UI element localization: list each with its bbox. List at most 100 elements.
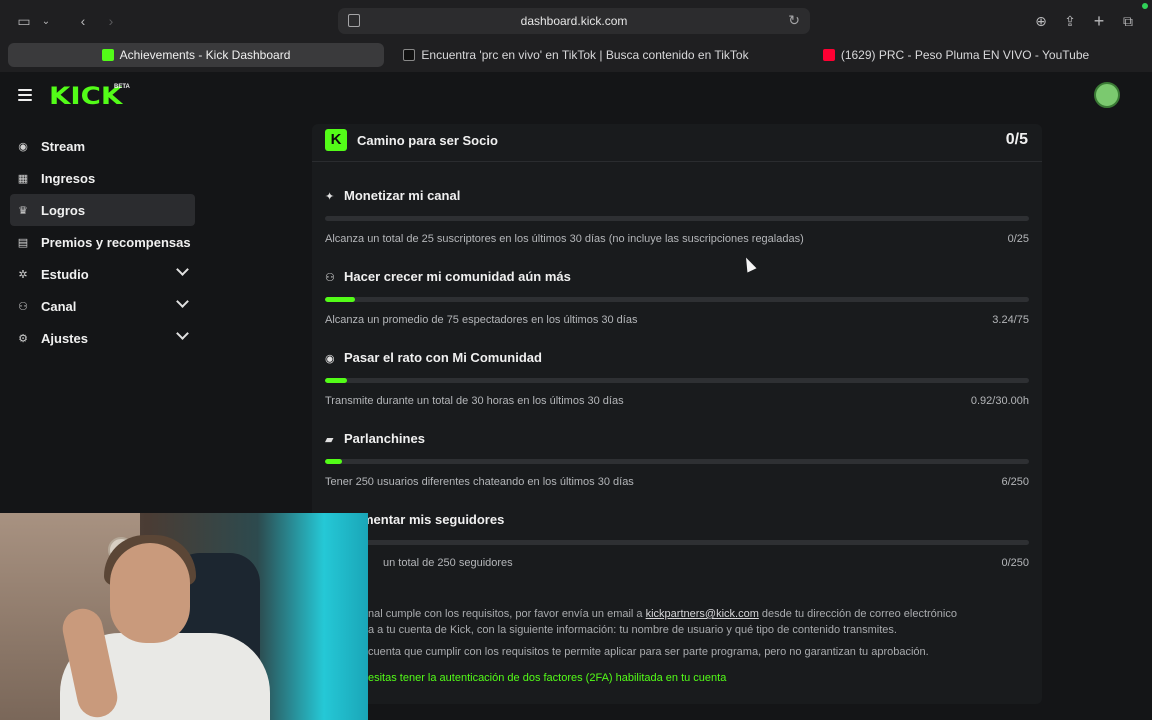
goal-title: Monetizar mi canal (344, 188, 461, 203)
users-icon: ⚇ (325, 272, 335, 284)
partner-email-link[interactable]: kickpartners@kick.com (646, 608, 759, 620)
chevron-down-icon[interactable]: ⌄ (38, 10, 54, 32)
progress-track (325, 540, 1029, 545)
chevron-down-icon[interactable] (176, 327, 189, 340)
progress-fill (325, 297, 356, 302)
sidebar-item-logros[interactable]: ♛ Logros (10, 194, 195, 226)
top-bar: KICK BETA (0, 72, 1152, 120)
tab-tiktok[interactable]: Encuentra 'prc en vivo' en TikTok | Busc… (388, 43, 764, 67)
chat-icon: ▰ (325, 434, 334, 446)
trophy-icon: ♛ (18, 204, 28, 217)
gift-icon: ▤ (17, 236, 29, 249)
progress-fill (325, 459, 342, 464)
sidebar-item-label: Ajustes (41, 330, 88, 346)
beta-badge: BETA (114, 84, 130, 90)
footer-line3: cuenta que cumplir con los requisitos te… (368, 646, 929, 658)
share-icon[interactable]: ⇪ (1061, 10, 1079, 32)
footer-line1-pre: nal cumple con los requisitos, por favor… (368, 608, 643, 620)
footer-line1-post: desde tu dirección de correo electrónico (761, 608, 957, 620)
download-icon[interactable]: ⊕ (1032, 10, 1050, 32)
tab-bar: Achievements - Kick Dashboard Encuentra … (0, 42, 1152, 68)
sidebar: ◉ Stream ▦ Ingresos ♛ Logros ▤ Premios y… (10, 130, 195, 354)
sidebar-item-estudio[interactable]: ✲ Estudio (10, 258, 195, 290)
goal-description: Transmite durante un total de 30 horas e… (325, 395, 624, 407)
browser-toolbar: ▭ ⌄ ‹ › dashboard.kick.com ↻ ⊕ ⇪ + ⧉ (0, 0, 1152, 42)
goal-value: 6/250 (1001, 476, 1029, 488)
kick-logo[interactable]: KICK (49, 82, 122, 110)
progress-track (325, 459, 1029, 464)
footer-line2: a a tu cuenta de Kick, con la siguiente … (368, 624, 897, 636)
sidebar-item-label: Logros (41, 202, 86, 218)
sidebar-item-label: Ingresos (41, 170, 96, 186)
url-text: dashboard.kick.com (520, 14, 628, 28)
address-bar[interactable]: dashboard.kick.com ↻ (338, 8, 810, 34)
goal-value: 0.92/30.00h (970, 395, 1029, 407)
sidebar-item-label: Canal (41, 298, 77, 314)
panel-title: Camino para ser Socio (357, 133, 498, 148)
goal-item: ⚇ mentar mis seguidores un total de 250 … (325, 512, 1029, 590)
sidebar-toggle-icon[interactable]: ▭ (14, 10, 34, 32)
goal-value: 3.24/75 (992, 314, 1029, 326)
broadcast-icon: ◉ (18, 140, 28, 153)
sidebar-item-label: Stream (41, 138, 86, 154)
goal-item: ⚇ Hacer crecer mi comunidad aún más Alca… (325, 269, 1029, 347)
progress-track (325, 216, 1029, 221)
sidebar-item-ingresos[interactable]: ▦ Ingresos (10, 162, 195, 194)
broadcast-icon: ◉ (325, 353, 335, 365)
menu-icon[interactable] (18, 89, 32, 101)
goal-value: 0/25 (1007, 233, 1029, 245)
sidebar-item-ajustes[interactable]: ⚙ Ajustes (10, 322, 195, 354)
tab-overview-icon[interactable]: ⧉ (1119, 10, 1137, 32)
webcam-overlay (0, 513, 368, 720)
goal-title: Parlanchines (344, 431, 425, 446)
panel-progress-count: 0/5 (1005, 131, 1028, 148)
goal-item: ▰ Parlanchines Tener 250 usuarios difere… (325, 431, 1029, 509)
tab-label: Encuentra 'prc en vivo' en TikTok | Busc… (421, 48, 749, 62)
youtube-favicon-icon (822, 49, 835, 61)
goal-title: Pasar el rato con Mi Comunidad (344, 350, 542, 365)
chevron-down-icon[interactable] (176, 295, 189, 308)
users-icon: ⚇ (18, 300, 28, 313)
goal-item: ◉ Pasar el rato con Mi Comunidad Transmi… (325, 350, 1029, 428)
progress-fill (325, 378, 347, 383)
progress-track (325, 378, 1029, 383)
back-icon[interactable]: ‹ (74, 10, 92, 32)
sidebar-item-canal[interactable]: ⚇ Canal (10, 290, 195, 322)
site-info-icon[interactable] (348, 14, 360, 27)
recording-indicator-icon (1142, 3, 1148, 9)
tab-achievements[interactable]: Achievements - Kick Dashboard (8, 43, 384, 67)
progress-track (325, 297, 1029, 302)
footer-requirements-text: nal cumple con los requisitos, por favor… (325, 606, 1029, 622)
goal-title: Hacer crecer mi comunidad aún más (344, 269, 571, 284)
streamer-face (110, 543, 190, 643)
footer-2fa-notice: esitas tener la autenticación de dos fac… (368, 672, 727, 684)
goal-value: 0/250 (1001, 557, 1029, 569)
sparkle-icon: ✦ (325, 191, 335, 203)
chevron-down-icon[interactable] (176, 263, 189, 276)
partner-path-panel: K Camino para ser Socio 0/5 ✦ Monetizar … (312, 124, 1042, 704)
kick-badge-icon: K (325, 129, 347, 151)
new-tab-icon[interactable]: + (1090, 10, 1108, 32)
goal-description: un total de 250 seguidores (383, 557, 513, 569)
tab-youtube[interactable]: (1629) PRC - Peso Pluma EN VIVO - YouTub… (768, 43, 1144, 67)
goal-item: ✦ Monetizar mi canal Alcanza un total de… (325, 188, 1029, 266)
tab-label: Achievements - Kick Dashboard (119, 48, 291, 62)
chart-icon: ▦ (17, 172, 29, 185)
tiktok-favicon-icon (403, 49, 416, 61)
kick-favicon-icon (101, 49, 114, 61)
sliders-icon: ✲ (18, 268, 28, 281)
sidebar-item-stream[interactable]: ◉ Stream (10, 130, 195, 162)
panel-header: K Camino para ser Socio 0/5 (312, 124, 1042, 162)
browser-chrome: ▭ ⌄ ‹ › dashboard.kick.com ↻ ⊕ ⇪ + ⧉ Ach… (0, 0, 1152, 72)
goal-title: mentar mis seguidores (362, 512, 505, 527)
goal-description: Alcanza un total de 25 suscriptores en l… (325, 233, 804, 245)
forward-icon[interactable]: › (102, 10, 120, 32)
gear-icon: ⚙ (18, 332, 28, 345)
goal-description: Tener 250 usuarios diferentes chateando … (325, 476, 634, 488)
avatar[interactable] (1094, 82, 1120, 108)
sidebar-item-label: Estudio (41, 266, 89, 282)
sidebar-item-premios[interactable]: ▤ Premios y recompensas (10, 226, 195, 258)
reload-icon[interactable]: ↻ (788, 12, 800, 29)
tab-label: (1629) PRC - Peso Pluma EN VIVO - YouTub… (840, 48, 1090, 62)
sidebar-item-label: Premios y recompensas (41, 234, 191, 250)
